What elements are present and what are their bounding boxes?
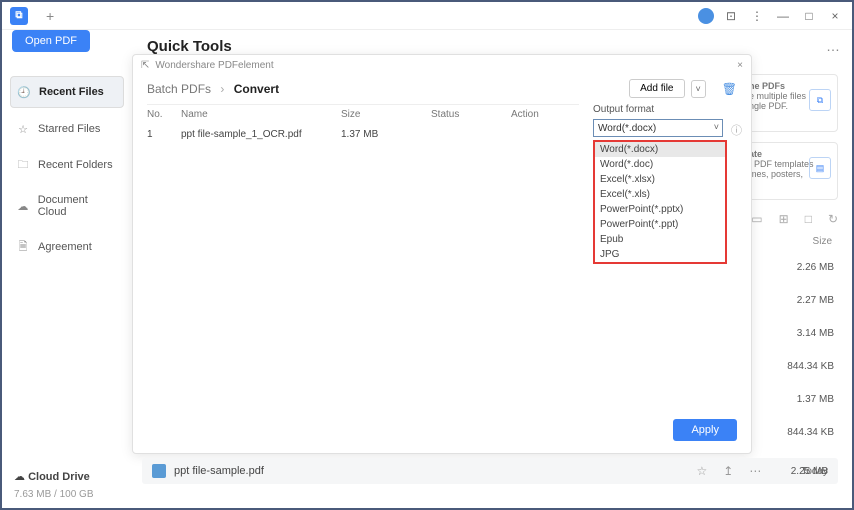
output-format-select[interactable]: Word(*.docx) ˅ xyxy=(593,119,723,137)
card-line: e multiple files xyxy=(749,91,806,101)
cell-name: ppt file-sample_1_OCR.pdf xyxy=(181,129,341,140)
apply-button[interactable]: Apply xyxy=(673,419,737,441)
col-no: No. xyxy=(147,109,181,120)
output-format-dropdown: Word(*.docx) Word(*.doc) Excel(*.xlsx) E… xyxy=(593,140,727,264)
file-table: No. Name Size Status Action 1 ppt file-s… xyxy=(147,104,579,418)
view-list-icon[interactable]: ▭ xyxy=(751,212,762,226)
sidebar: Open PDF 🕘 Recent Files ☆ Starred Files … xyxy=(2,62,132,508)
col-action: Action xyxy=(511,109,561,120)
col-name: Name xyxy=(181,109,341,120)
format-option-xlsx[interactable]: Excel(*.xlsx) xyxy=(595,172,725,187)
sidebar-item-label: Recent Files xyxy=(39,86,104,98)
user-avatar-icon[interactable] xyxy=(698,8,714,24)
sidebar-item-document-cloud[interactable]: ☁ Document Cloud xyxy=(10,186,124,226)
star-icon: ☆ xyxy=(16,122,30,136)
clear-list-button[interactable]: 🗑 xyxy=(722,82,737,96)
sidebar-item-label: Starred Files xyxy=(38,123,100,135)
content-area: ne PDFs e multiple files ngle PDF. ⧉ ate… xyxy=(132,62,852,508)
card-title: ne PDFs xyxy=(749,81,785,91)
new-tab-button[interactable]: + xyxy=(46,8,54,24)
template-card[interactable]: ate t PDF templates mes, posters, ▤ xyxy=(742,142,838,200)
header-more-icon[interactable]: … xyxy=(826,38,840,54)
modal-app-hint: Wondershare PDFelement xyxy=(155,60,273,71)
row-more-icon[interactable]: ⋯ xyxy=(749,464,761,478)
col-size: Size xyxy=(341,109,431,120)
info-icon[interactable]: ⓘ xyxy=(731,122,742,138)
file-size: 844.34 KB xyxy=(787,361,834,372)
card-line: ngle PDF. xyxy=(749,101,788,111)
format-option-docx[interactable]: Word(*.docx) xyxy=(595,142,725,157)
cloud-drive-label: Cloud Drive xyxy=(28,471,90,483)
recent-file-name: ppt file-sample.pdf xyxy=(174,465,264,477)
file-size: 2.26 MB xyxy=(787,262,834,273)
view-toolbar: ▭ ⊞ □ ↻ xyxy=(751,212,838,226)
output-format-value: Word(*.docx) xyxy=(598,123,656,134)
recent-file-size: 2.25 MB xyxy=(791,466,828,477)
batch-convert-modal: ⇱ Wondershare PDFelement × Batch PDFs › … xyxy=(132,54,752,454)
format-option-doc[interactable]: Word(*.doc) xyxy=(595,157,725,172)
document-icon: 🗎 xyxy=(16,240,30,254)
view-grid-icon[interactable]: ⊞ xyxy=(779,212,789,226)
cell-no: 1 xyxy=(147,129,181,140)
recent-file-row[interactable]: ppt file-sample.pdf ☆ ↥ ⋯ Today 2.25 MB xyxy=(142,458,838,484)
cloud-icon: ☁ xyxy=(16,199,30,213)
breadcrumb-root[interactable]: Batch PDFs xyxy=(147,82,211,96)
folder-icon: 🗀 xyxy=(16,158,30,172)
sidebar-item-recent-files[interactable]: 🕘 Recent Files xyxy=(10,76,124,108)
combine-pdfs-card[interactable]: ne PDFs e multiple files ngle PDF. ⧉ xyxy=(742,74,838,132)
file-size: 1.37 MB xyxy=(787,394,834,405)
cell-status xyxy=(431,129,511,140)
file-size: 844.34 KB xyxy=(787,427,834,438)
format-option-ppt[interactable]: PowerPoint(*.ppt) xyxy=(595,217,725,232)
card-line: mes, posters, xyxy=(749,169,803,179)
cell-action xyxy=(511,129,561,140)
close-window-button[interactable]: × xyxy=(826,7,844,25)
card-line: t PDF templates xyxy=(749,159,814,169)
cloud-usage: 7.63 MB / 100 GB xyxy=(14,489,94,500)
sidebar-item-agreement[interactable]: 🗎 Agreement xyxy=(10,232,124,262)
sidebar-item-recent-folders[interactable]: 🗀 Recent Folders xyxy=(10,150,124,180)
pin-icon[interactable]: ⇱ xyxy=(141,60,149,71)
combine-icon: ⧉ xyxy=(809,89,831,111)
app-logo-icon[interactable]: ⧉ xyxy=(10,7,28,25)
sidebar-item-starred-files[interactable]: ☆ Starred Files xyxy=(10,114,124,144)
sidebar-item-label: Recent Folders xyxy=(38,159,113,171)
format-option-xls[interactable]: Excel(*.xls) xyxy=(595,187,725,202)
sidebar-item-label: Agreement xyxy=(38,241,92,253)
add-file-dropdown-button[interactable]: ˅ xyxy=(691,80,706,98)
page-title: Quick Tools xyxy=(147,38,232,55)
col-status: Status xyxy=(431,109,511,120)
minimize-button[interactable]: — xyxy=(774,7,792,25)
table-row[interactable]: 1 ppt file-sample_1_OCR.pdf 1.37 MB xyxy=(147,124,579,145)
format-option-epub[interactable]: Epub xyxy=(595,232,725,247)
star-toggle-icon[interactable]: ☆ xyxy=(696,464,707,478)
view-card-icon[interactable]: □ xyxy=(805,212,812,226)
chevron-down-icon: ˅ xyxy=(714,122,719,132)
format-option-pptx[interactable]: PowerPoint(*.pptx) xyxy=(595,202,725,217)
open-pdf-button[interactable]: Open PDF xyxy=(12,30,90,52)
size-column-header: Size xyxy=(813,236,832,247)
template-icon: ▤ xyxy=(809,157,831,179)
file-size: 2.27 MB xyxy=(787,295,834,306)
pdf-file-icon xyxy=(152,464,166,478)
cell-size: 1.37 MB xyxy=(341,129,431,140)
breadcrumb-leaf: Convert xyxy=(234,82,279,96)
feedback-icon[interactable]: ⊡ xyxy=(722,7,740,25)
chevron-right-icon: › xyxy=(220,82,224,96)
file-size: 3.14 MB xyxy=(787,328,834,339)
refresh-icon[interactable]: ↻ xyxy=(828,212,838,226)
output-format-label: Output format xyxy=(593,104,737,115)
add-file-button[interactable]: Add file xyxy=(629,79,684,98)
cloud-drive-section[interactable]: ☁ Cloud Drive 7.63 MB / 100 GB xyxy=(14,470,94,500)
clock-icon: 🕘 xyxy=(17,85,31,99)
sidebar-item-label: Document Cloud xyxy=(38,194,118,218)
modal-close-button[interactable]: × xyxy=(737,60,743,71)
maximize-button[interactable]: □ xyxy=(800,7,818,25)
cloud-icon: ☁ xyxy=(14,471,28,483)
menu-dots-icon[interactable]: ⋮ xyxy=(748,7,766,25)
upload-icon[interactable]: ↥ xyxy=(723,464,733,478)
titlebar: ⧉ + ⊡ ⋮ — □ × xyxy=(2,2,852,30)
format-option-jpg[interactable]: JPG xyxy=(595,247,725,262)
